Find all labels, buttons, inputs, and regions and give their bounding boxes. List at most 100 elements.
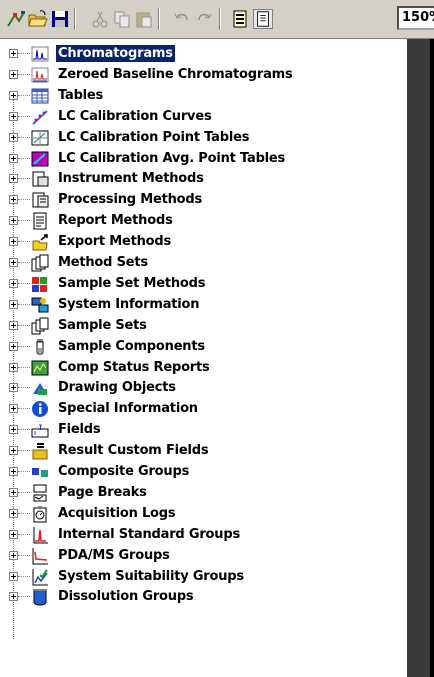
expand-plus-icon[interactable] (9, 216, 18, 226)
tree-node-label[interactable]: LC Calibration Avg. Point Tables (58, 150, 285, 167)
export-method-icon (31, 233, 49, 251)
tree-node-label[interactable]: Report Methods (58, 212, 173, 229)
undo-button[interactable] (172, 9, 192, 29)
expand-plus-icon[interactable] (9, 425, 18, 435)
tree-node-label[interactable]: Dissolution Groups (58, 588, 194, 605)
redo-button[interactable] (194, 9, 214, 29)
tree-node-label[interactable]: Instrument Methods (58, 170, 204, 187)
tree-node[interactable]: LC Calibration Curves (0, 106, 400, 127)
expand-plus-icon[interactable] (9, 487, 18, 497)
tree-node-label[interactable]: Tables (58, 87, 103, 104)
expand-plus-icon[interactable] (9, 237, 18, 247)
tree-node-label[interactable]: Special Information (58, 400, 198, 417)
expand-plus-icon[interactable] (9, 550, 18, 560)
cut-button[interactable] (90, 9, 110, 29)
tree-node[interactable]: Sample Sets (0, 315, 400, 336)
page-view-button[interactable] (253, 9, 273, 29)
expand-plus-icon[interactable] (9, 111, 18, 121)
tree-node-label[interactable]: LC Calibration Curves (58, 108, 212, 125)
tree-node[interactable]: Tables (0, 85, 400, 106)
tree-node[interactable]: Processing Methods (0, 189, 400, 210)
tree-node[interactable]: Sample Components (0, 336, 400, 357)
expand-plus-icon[interactable] (9, 69, 18, 79)
tree-node[interactable]: Method Sets (0, 252, 400, 273)
tree-node-label[interactable]: PDA/MS Groups (58, 547, 170, 564)
tree-node-label[interactable]: Fields (58, 421, 101, 438)
tree-node[interactable]: Zeroed Baseline Chromatograms (0, 64, 400, 85)
expand-plus-icon[interactable] (9, 529, 18, 539)
tree-node[interactable]: Comp Status Reports (0, 357, 400, 378)
tree-node[interactable]: LC Calibration Avg. Point Tables (0, 148, 400, 169)
tree-node-label[interactable]: LC Calibration Point Tables (58, 129, 249, 146)
page-layout-button[interactable] (230, 9, 250, 29)
tree-node-label[interactable]: System Information (58, 296, 200, 313)
expand-plus-icon[interactable] (9, 383, 18, 393)
toolbar-separator (158, 8, 160, 30)
expand-plus-icon[interactable] (9, 362, 18, 372)
tree-node-label[interactable]: Drawing Objects (58, 379, 176, 396)
toolbar-separator (219, 8, 221, 30)
tree-node[interactable]: Page Breaks (0, 482, 400, 503)
tree-node[interactable]: Instrument Methods (0, 168, 400, 189)
tree-node-label[interactable]: Sample Sets (58, 317, 147, 334)
scissors-icon (92, 11, 108, 28)
tree-node-label[interactable]: Method Sets (58, 254, 148, 271)
tree-node[interactable]: LC Calibration Point Tables (0, 127, 400, 148)
tree-node[interactable]: Acquisition Logs (0, 503, 400, 524)
tree-node-label[interactable]: System Suitability Groups (58, 568, 244, 585)
copy-button[interactable] (112, 9, 132, 29)
tree-node-label[interactable]: Composite Groups (58, 463, 189, 480)
tree-node[interactable]: Sample Set Methods (0, 273, 400, 294)
tree-node[interactable]: Special Information (0, 398, 400, 419)
tree-node-label[interactable]: Page Breaks (58, 484, 147, 501)
paste-button[interactable] (134, 9, 154, 29)
zoom-field[interactable]: 150% (397, 6, 434, 30)
tree-node[interactable]: Drawing Objects (0, 377, 400, 398)
expand-plus-icon[interactable] (9, 320, 18, 330)
expand-plus-icon[interactable] (9, 571, 18, 581)
tree-connector (18, 199, 30, 201)
tree-node-label[interactable]: Internal Standard Groups (58, 526, 240, 543)
info-icon (31, 400, 49, 418)
save-button[interactable] (50, 9, 70, 29)
expand-plus-icon[interactable] (9, 153, 18, 163)
tree-node[interactable]: PDA/MS Groups (0, 545, 400, 566)
expand-plus-icon[interactable] (9, 341, 18, 351)
expand-plus-icon[interactable] (9, 278, 18, 288)
expand-plus-icon[interactable] (9, 299, 18, 309)
tree-node[interactable]: Result Custom Fields (0, 440, 400, 461)
tree-node-label[interactable]: Chromatograms (56, 45, 175, 62)
tree-node-label[interactable]: Result Custom Fields (58, 442, 209, 459)
tree-node-label[interactable]: Sample Components (58, 338, 205, 355)
expand-plus-icon[interactable] (9, 404, 18, 414)
tree-tool-button[interactable] (6, 9, 26, 29)
expand-plus-icon[interactable] (9, 132, 18, 142)
tree-node[interactable]: System Suitability Groups (0, 566, 400, 587)
tree-node[interactable]: Fields (0, 419, 400, 440)
expand-plus-icon[interactable] (9, 467, 18, 476)
tree-connector (18, 94, 30, 97)
expand-plus-icon[interactable] (9, 258, 18, 267)
tree-node[interactable]: Dissolution Groups (0, 586, 400, 607)
tree-node[interactable]: Export Methods (0, 231, 400, 252)
expand-plus-icon[interactable] (9, 508, 18, 518)
tree-node[interactable]: Internal Standard Groups (0, 524, 400, 545)
tree-node[interactable]: Report Methods (0, 210, 400, 231)
tree-node-label[interactable]: Processing Methods (58, 191, 202, 208)
expand-plus-icon[interactable] (9, 49, 18, 58)
expand-plus-icon[interactable] (9, 592, 18, 602)
tree-connector (18, 408, 30, 410)
expand-plus-icon[interactable] (9, 446, 18, 456)
expand-plus-icon[interactable] (9, 174, 18, 184)
expand-plus-icon[interactable] (9, 90, 18, 100)
expand-plus-icon[interactable] (9, 195, 18, 205)
tree-node[interactable]: Chromatograms (0, 43, 400, 64)
tree-node[interactable]: Composite Groups (0, 461, 400, 482)
tree-node-label[interactable]: Zeroed Baseline Chromatograms (58, 66, 293, 83)
tree-node-label[interactable]: Sample Set Methods (58, 275, 206, 292)
open-button[interactable] (28, 9, 48, 29)
tree-node-label[interactable]: Export Methods (58, 233, 171, 250)
tree-node[interactable]: System Information (0, 294, 400, 315)
tree-node-label[interactable]: Acquisition Logs (58, 505, 176, 522)
tree-node-label[interactable]: Comp Status Reports (58, 359, 210, 376)
